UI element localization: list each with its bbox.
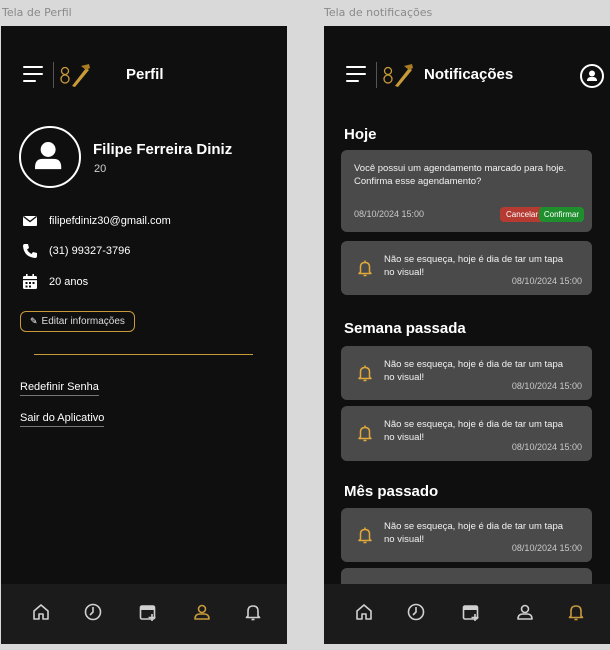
profile-name: Filipe Ferreira Diniz [93,141,233,158]
profile-avatar-button[interactable] [580,64,604,88]
exit-app-link[interactable]: Sair do Aplicativo [20,412,105,427]
profile-age: 20 [94,163,107,175]
notification-date: 08/10/2024 15:00 [511,276,582,286]
header-divider [376,62,377,88]
phone-icon [23,244,37,258]
user-avatar-icon [35,142,62,170]
appointment-date: 08/10/2024 15:00 [354,209,425,219]
notification-card[interactable]: Não se esqueça, hoje é dia de tar um tap… [341,241,592,295]
age-text: 20 anos [49,276,89,288]
reset-password-link[interactable]: Redefinir Senha [20,381,99,396]
bottom-nav [324,584,610,644]
email-icon [23,215,37,226]
phone-row: (31) 99327-3796 [21,242,130,260]
appointment-text: Você possui um agendamento marcado para … [354,163,567,187]
menu-icon[interactable] [346,66,366,82]
edit-info-label: Editar informações [41,316,125,327]
clock-icon[interactable] [406,602,426,622]
notification-date: 08/10/2024 15:00 [511,442,582,452]
notification-card[interactable]: Não se esqueça, hoje é dia de tar um tap… [341,406,592,461]
bell-icon [358,527,372,544]
notification-card[interactable]: Não se esqueça, hoje é dia de tar um tap… [341,508,592,562]
page-title: Perfil [126,66,164,83]
section-today: Hoje [344,126,377,143]
phone-text: (31) 99327-3796 [49,245,131,257]
home-icon[interactable] [354,602,374,622]
bell-icon [358,365,372,382]
notifications-screen: Notificações Hoje Você possui um agendam… [324,26,610,644]
barbershop-logo [383,64,413,87]
frame-label-profile: Tela de Perfil [2,6,72,19]
barbershop-logo [60,64,90,87]
frame-label-notifications: Tela de notificações [324,6,433,19]
appointment-card: Você possui um agendamento marcado para … [341,150,592,232]
section-divider [34,354,253,355]
notification-date: 08/10/2024 15:00 [511,381,582,391]
calendar-add-icon[interactable] [461,602,481,622]
bell-icon [358,260,372,277]
menu-icon[interactable] [23,66,43,82]
confirm-button[interactable]: Confirmar [538,207,584,222]
user-icon[interactable] [515,602,535,622]
notification-text: Não se esqueça, hoje é dia de tar um tap… [384,419,564,443]
section-last-week: Semana passada [344,320,466,337]
age-row: 20 anos [21,273,88,291]
profile-header: Perfil [1,26,287,122]
page-title: Notificações [424,66,514,83]
clock-icon[interactable] [83,602,103,622]
notifications-header: Notificações [324,26,610,122]
email-row: filipefdiniz30@gmail.com [21,212,171,230]
pencil-icon: ✎ [30,316,38,326]
calendar-icon [23,274,37,289]
bell-icon [358,425,372,442]
cancel-button[interactable]: Cancelar [499,207,544,222]
profile-avatar [19,126,81,188]
notification-date: 08/10/2024 15:00 [511,543,582,553]
calendar-add-icon[interactable] [138,602,158,622]
notification-card[interactable]: Não se esqueça, hoje é dia de tar um tap… [341,346,592,400]
home-icon[interactable] [31,602,51,622]
bell-icon[interactable] [566,602,586,622]
bottom-nav [1,584,287,644]
section-last-month: Mês passado [344,483,439,500]
email-text: filipefdiniz30@gmail.com [49,215,171,227]
header-divider [53,62,54,88]
bell-icon[interactable] [243,602,263,622]
user-avatar-icon [587,70,597,81]
edit-info-button[interactable]: ✎ Editar informações [20,311,135,332]
user-icon[interactable] [192,602,212,622]
profile-screen: Perfil Filipe Ferreira Diniz 20 filipefd… [1,26,287,644]
